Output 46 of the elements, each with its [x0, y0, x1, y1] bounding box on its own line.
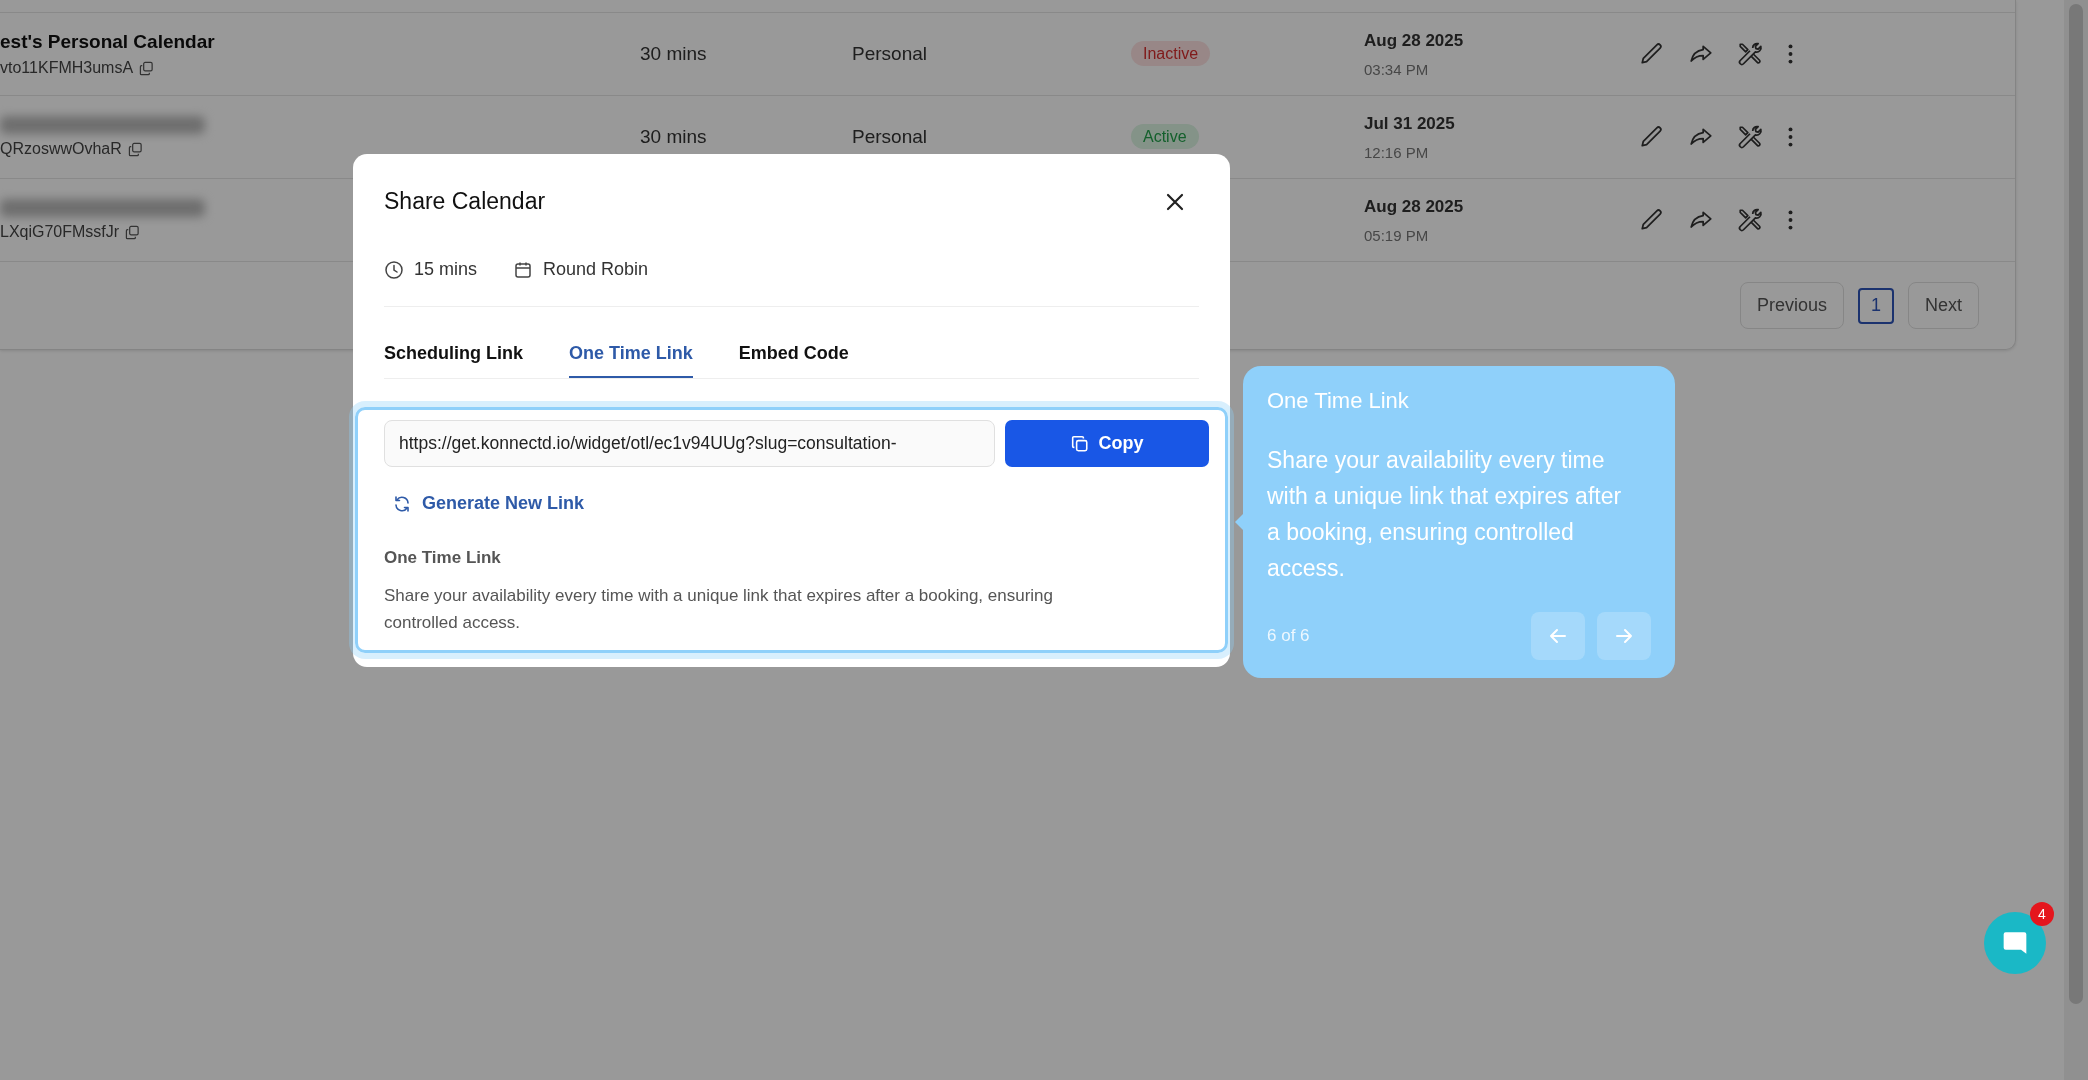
tab[interactable]: Scheduling Link: [384, 343, 523, 378]
meta-text: Round Robin: [543, 259, 649, 280]
meta-text: 15 mins: [414, 259, 478, 280]
tools-icon[interactable]: [1737, 41, 1763, 67]
tooltip-text: Share your availability every time with a unique link that expires after a booking, ensuring controlled access.: [1267, 446, 1623, 583]
more-options-icon[interactable]: [1786, 124, 1795, 150]
duration-cell: 30 mins: [640, 43, 707, 64]
calendar-slug: QRzoswwOvhaR: [0, 140, 122, 158]
tools-icon[interactable]: [1737, 124, 1763, 150]
previous-button[interactable]: Previous: [1739, 282, 1844, 329]
tab[interactable]: One Time Link: [569, 343, 693, 378]
info-title: One Time Link: [384, 548, 502, 568]
date-text: Aug 28 2025: [1364, 196, 1465, 217]
time-text: 05:19 PM: [1364, 226, 1430, 244]
duration-cell: 30 mins: [640, 126, 707, 147]
page-number[interactable]: 1: [1858, 287, 1894, 324]
copy-icon: [1070, 434, 1089, 453]
time-text: 12:16 PM: [1364, 143, 1430, 161]
dialog-title: Share Calendar: [384, 188, 546, 215]
type-cell: Personal: [852, 126, 927, 147]
type-cell: Personal: [852, 43, 927, 64]
time-text: 03:34 PM: [1364, 60, 1430, 78]
status-badge: Inactive: [1131, 41, 1211, 66]
status-badge: Active: [1131, 124, 1199, 149]
copy-icon[interactable]: [139, 60, 155, 76]
copy-icon[interactable]: [127, 141, 143, 157]
copy-button[interactable]: Copy: [1005, 420, 1209, 467]
notification-badge: 4: [2030, 902, 2054, 926]
tools-icon[interactable]: [1737, 207, 1763, 233]
date-text: Aug 28 2025: [1364, 30, 1465, 51]
more-options-icon[interactable]: [1786, 207, 1795, 233]
info-description: Share your availability every time with a unique link that expires after a booking, ensuring controlled access.: [384, 585, 1055, 634]
copy-icon[interactable]: [125, 224, 141, 240]
date-text: Jul 31 2025: [1364, 113, 1456, 134]
link-field[interactable]: https://get.konnectd.io/widget/otl/ec1v94UUg?slug=consultation-: [384, 420, 995, 467]
calendar-slug: LXqiG70FMssfJr: [0, 223, 120, 241]
refresh-icon: [392, 493, 412, 514]
calendar-name[interactable]: est's Personal Calendar: [0, 31, 640, 53]
tab[interactable]: Embed Code: [738, 343, 849, 378]
step-counter: 6 of 6: [1267, 626, 1310, 646]
more-options-icon[interactable]: [1786, 41, 1795, 67]
tooltip-title: One Time Link: [1267, 388, 1410, 414]
generate-new-link-button[interactable]: Generate New Link: [384, 467, 585, 514]
next-button[interactable]: Next: [1908, 282, 1979, 329]
calendar-slug: vto11KFMH3umsA: [0, 59, 134, 77]
clock-icon: [384, 259, 404, 280]
